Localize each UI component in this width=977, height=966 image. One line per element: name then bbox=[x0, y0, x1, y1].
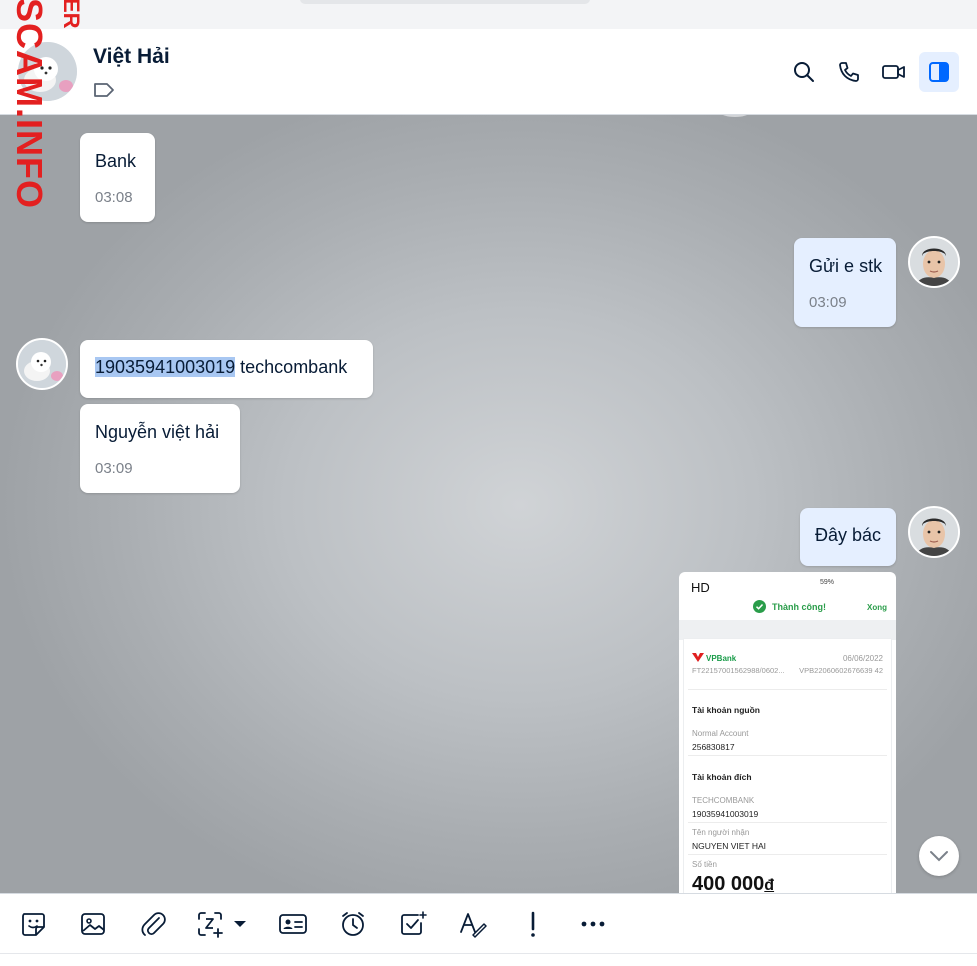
receipt-line bbox=[688, 822, 887, 823]
search-icon bbox=[794, 62, 814, 82]
source-type: Normal Account bbox=[692, 729, 749, 738]
message-time: 03:09 bbox=[95, 460, 133, 477]
sticker-button[interactable] bbox=[16, 906, 50, 942]
composer-input-edge[interactable] bbox=[0, 953, 977, 966]
screenshot-icon bbox=[198, 912, 246, 938]
message-text: Gửi e stk bbox=[809, 256, 883, 276]
source-heading: Tài khoản nguồn bbox=[692, 705, 760, 715]
message-text-rest: techcombank bbox=[235, 357, 348, 377]
phone-status-bar: 59% bbox=[819, 579, 834, 586]
amount-label: Số tiền bbox=[692, 860, 717, 869]
own-avatar[interactable] bbox=[908, 506, 960, 558]
reminder-button[interactable] bbox=[336, 906, 370, 942]
sticker-icon bbox=[22, 913, 45, 936]
composer-toolbar bbox=[0, 893, 977, 953]
video-call-icon bbox=[882, 65, 905, 79]
contact-avatar[interactable] bbox=[18, 42, 77, 101]
more-options-button[interactable] bbox=[576, 906, 610, 942]
message-time: 03:09 bbox=[809, 294, 847, 311]
chat-header: Việt Hải bbox=[0, 29, 977, 115]
label-tag-icon[interactable] bbox=[93, 82, 115, 98]
success-text: Thành công! bbox=[772, 601, 826, 612]
check-circle-icon bbox=[753, 600, 766, 613]
top-strip bbox=[0, 0, 977, 29]
task-button[interactable] bbox=[396, 906, 430, 942]
screenshot-button[interactable] bbox=[196, 906, 250, 942]
text-format-icon bbox=[460, 913, 487, 938]
message-time: 03:08 bbox=[95, 189, 133, 206]
bank-logo: VPBank bbox=[692, 653, 736, 663]
partial-avatar bbox=[720, 115, 750, 117]
recipient-label: Tên người nhận bbox=[692, 828, 750, 837]
transaction-date: 06/06/2022 bbox=[842, 653, 883, 663]
sidebar-toggle-button[interactable] bbox=[919, 52, 959, 92]
message-text: Nguyễn việt hải bbox=[95, 422, 220, 442]
attach-file-button[interactable] bbox=[136, 906, 170, 942]
dest-bank: TECHCOMBANK bbox=[692, 796, 755, 805]
transfer-amount: 400 000đ bbox=[692, 873, 775, 893]
search-button[interactable] bbox=[784, 52, 824, 92]
message-bubble-own[interactable]: Đây bác bbox=[800, 508, 896, 566]
dest-heading: Tài khoản đích bbox=[692, 772, 752, 782]
done-link: Xong bbox=[867, 603, 887, 612]
success-status: Thành công! bbox=[753, 600, 826, 613]
message-bubble[interactable]: Nguyễn việt hải 03:09 bbox=[80, 404, 240, 493]
dest-number: 19035941003019 bbox=[692, 809, 759, 819]
transfer-receipt-image[interactable]: HD 59% Thành công! Xong VPBank 06/06/202… bbox=[679, 572, 896, 893]
image-button[interactable] bbox=[76, 906, 110, 942]
vpbank-logo-icon bbox=[692, 653, 704, 662]
message-text: 19035941003019 techcombank bbox=[95, 357, 358, 378]
own-avatar[interactable] bbox=[908, 236, 960, 288]
receipt-line bbox=[688, 854, 887, 855]
message-text: Bank bbox=[95, 151, 137, 171]
text-format-button[interactable] bbox=[456, 906, 490, 942]
scroll-to-bottom-button[interactable] bbox=[919, 836, 959, 876]
sidebar-toggle-icon bbox=[929, 62, 949, 82]
selected-account-number[interactable]: 19035941003019 bbox=[95, 357, 236, 377]
more-icon bbox=[581, 921, 605, 927]
contact-card-button[interactable] bbox=[276, 906, 310, 942]
receipt-line bbox=[688, 755, 887, 756]
receipt-card: VPBank 06/06/2022 FT22157001562988/0602.… bbox=[683, 638, 892, 893]
contact-avatar-small[interactable] bbox=[16, 338, 68, 390]
video-call-button[interactable] bbox=[874, 52, 914, 92]
source-number: 256830817 bbox=[692, 742, 735, 752]
phone-icon bbox=[839, 62, 859, 82]
message-bubble[interactable]: Bank 03:08 bbox=[80, 133, 155, 222]
reminder-icon bbox=[342, 912, 364, 936]
image-icon bbox=[81, 913, 105, 935]
task-icon bbox=[401, 911, 427, 935]
voice-call-button[interactable] bbox=[829, 52, 869, 92]
message-bubble[interactable]: 19035941003019 techcombank bbox=[80, 340, 373, 398]
receipt-line bbox=[688, 689, 887, 690]
chat-area[interactable]: Bank 03:08 Gửi e stk 03:09 1903594100301… bbox=[0, 115, 977, 893]
message-bubble-own[interactable]: Gửi e stk 03:09 bbox=[794, 238, 896, 327]
image-quality-badge: HD bbox=[691, 580, 710, 595]
transaction-ref-2: VPB22060602676639 42 bbox=[799, 666, 883, 675]
contact-card-icon bbox=[279, 914, 307, 934]
contact-name[interactable]: Việt Hải bbox=[93, 45, 170, 69]
recipient-name: NGUYEN VIET HAI bbox=[692, 841, 766, 851]
receipt-divider bbox=[679, 620, 896, 640]
urgent-button[interactable] bbox=[516, 906, 550, 942]
chevron-down-icon bbox=[930, 851, 948, 862]
attachment-icon bbox=[141, 912, 166, 936]
top-search-pill[interactable] bbox=[300, 0, 590, 4]
message-text: Đây bác bbox=[815, 525, 882, 545]
transaction-ref: FT22157001562988/0602... bbox=[692, 666, 785, 675]
urgent-icon bbox=[531, 911, 535, 937]
